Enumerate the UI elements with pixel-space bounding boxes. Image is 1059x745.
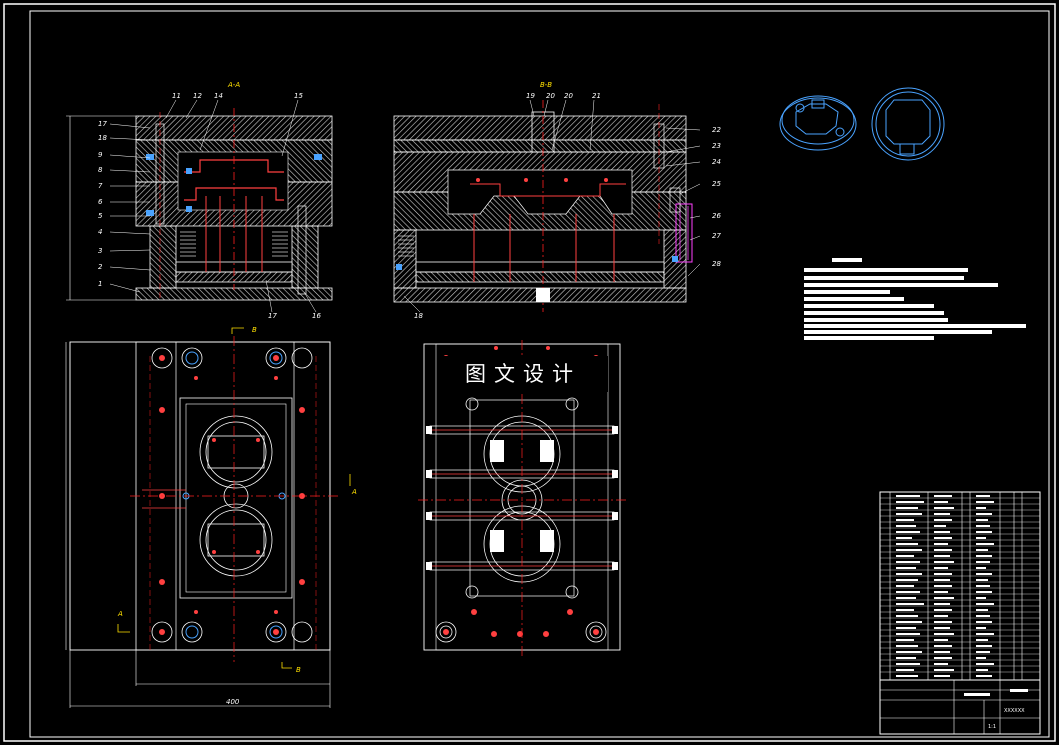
callout-number: 20: [546, 92, 555, 100]
callout-number: 16: [312, 312, 321, 320]
view-letter-a-left: A: [117, 610, 123, 618]
callout-number: 20: [564, 92, 573, 100]
callout-number: 11: [172, 92, 181, 100]
callout-number: 4: [98, 228, 102, 236]
callout-number: 25: [712, 180, 721, 188]
callout-number: 8: [98, 166, 103, 174]
callout-number: 3: [98, 247, 102, 255]
part-iso-views: [779, 87, 945, 161]
plan-view-left: 400 B A A B: [65, 326, 357, 708]
callout-number: 1: [98, 280, 102, 288]
callout-number: 6: [98, 198, 103, 206]
callout-number: 26: [712, 212, 721, 220]
view-letter-b-bottom: B: [296, 666, 301, 674]
callout-number: 15: [294, 92, 303, 100]
section-label-aa: A-A: [227, 81, 240, 89]
callout-number: 7: [98, 182, 103, 190]
callout-number: 2: [98, 263, 103, 271]
callout-left: 17: [98, 120, 107, 128]
callout-number: 12: [193, 92, 202, 100]
callout-number: 24: [712, 158, 721, 166]
callout-number: 18: [98, 134, 107, 142]
callout-number: 18: [414, 312, 423, 320]
callout-number: 5: [98, 212, 103, 220]
callout-number: 9: [98, 151, 103, 159]
technical-notes: [804, 258, 1026, 340]
callout-number: 27: [712, 232, 721, 240]
callout-number: 23: [712, 142, 721, 150]
view-letter-a-right: A: [351, 488, 357, 496]
drawing-number: XXXXXX: [1004, 708, 1025, 714]
callout-number: 28: [712, 260, 721, 268]
section-label-bb: B-B: [540, 81, 552, 89]
title-block: [879, 491, 1041, 735]
callout-number: 21: [592, 92, 601, 100]
drawing-scale: 1:1: [988, 724, 996, 730]
callout-number: 14: [214, 92, 223, 100]
callout-number: 22: [712, 126, 721, 134]
dimension-label: 400: [226, 698, 240, 706]
watermark: 图文设计: [438, 356, 608, 392]
callout-number: 19: [526, 92, 535, 100]
section-view-bb: B-B 19 20 20 21 22 23 24 25 26 27 28 18: [393, 81, 721, 320]
section-view-aa: A-A 17 18 9 8 7 6 5 4 3 2 1 11 12 14 15 …: [66, 81, 333, 320]
callout-number: 17: [268, 312, 277, 320]
view-letter-b-top: B: [252, 326, 257, 334]
